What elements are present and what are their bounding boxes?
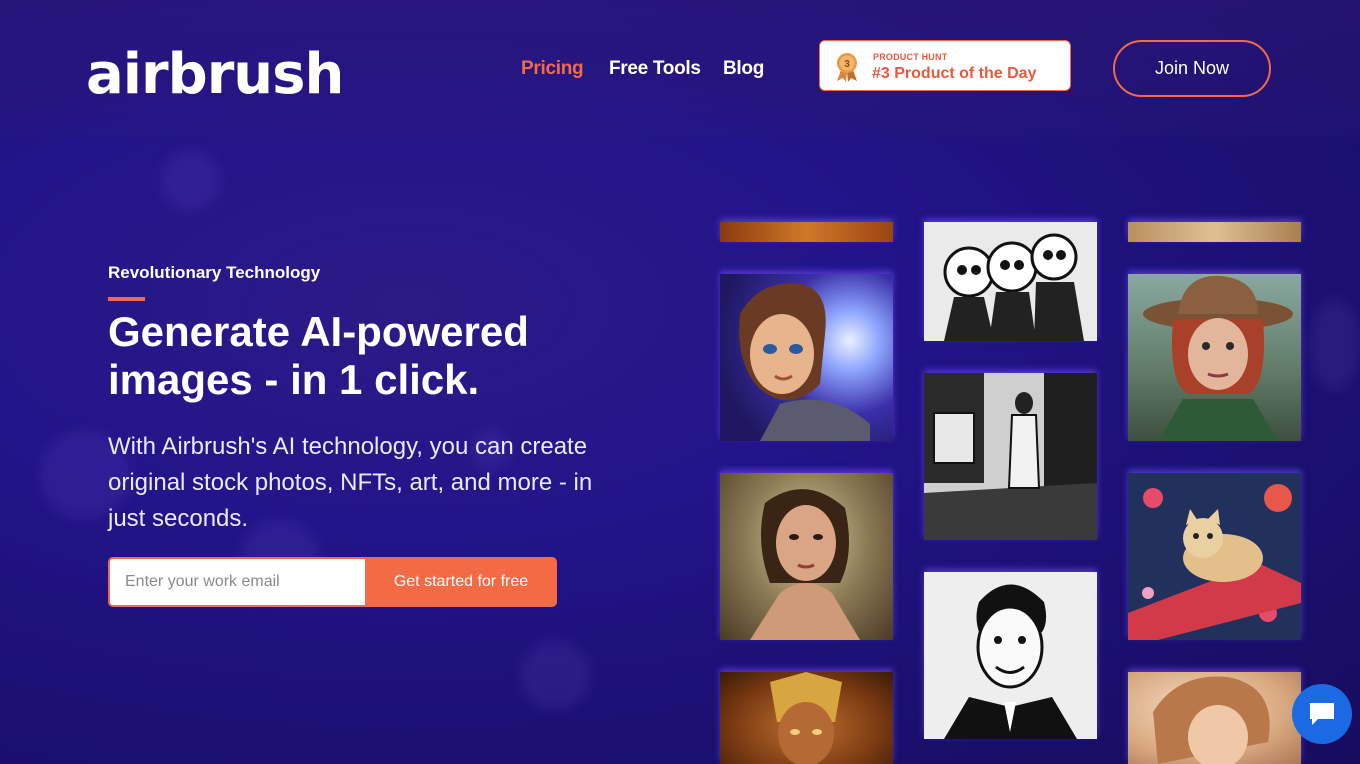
woman-soft-figure — [1153, 676, 1270, 764]
cat-painting-figure — [1128, 473, 1301, 640]
cartoon-heroine-figure — [739, 283, 870, 441]
nav-blog[interactable]: Blog — [723, 58, 764, 80]
chat-launcher-button[interactable] — [1292, 684, 1352, 744]
gallery-image-woman-portrait — [720, 473, 893, 640]
woman-portrait-figure — [750, 489, 860, 640]
gallery-image-woman-soft — [1128, 672, 1301, 764]
badge-label: PRODUCT HUNT — [873, 52, 948, 62]
hero-eyebrow: Revolutionary Technology — [108, 263, 321, 282]
join-now-button[interactable]: Join Now — [1113, 40, 1271, 97]
airbrush-logo[interactable]: airbrush — [86, 40, 344, 110]
medal-number: 3 — [844, 59, 850, 70]
nav-pricing[interactable]: Pricing — [521, 58, 584, 80]
gallery-image-golden-warrior — [720, 672, 893, 764]
ink-man-figure — [924, 572, 1097, 739]
medal-icon: 3 — [837, 53, 857, 82]
product-hunt-badge[interactable]: 3 PRODUCT HUNT #3 Product of the Day — [819, 40, 1071, 91]
gallery-image-manga-room — [924, 373, 1097, 540]
background-bokeh — [160, 150, 220, 210]
gallery-image-comic-kids — [924, 222, 1097, 341]
gallery-image-hat-woman — [1128, 274, 1301, 441]
nav-free-tools[interactable]: Free Tools — [609, 58, 701, 80]
golden-warrior-figure — [770, 672, 842, 764]
email-input[interactable] — [108, 557, 366, 607]
gallery-image-ink-man-portrait — [924, 572, 1097, 739]
gallery-image-fire-top — [720, 222, 893, 242]
badge-title: #3 Product of the Day — [872, 65, 1037, 82]
eyebrow-underline — [108, 297, 145, 301]
hero-subtext: With Airbrush's AI technology, you can c… — [108, 433, 593, 532]
hat-woman-figure — [1143, 275, 1293, 441]
manga-room-figure — [924, 373, 1097, 540]
gallery-image-cartoon-heroine — [720, 274, 893, 441]
background-bokeh — [1310, 300, 1360, 390]
site-header: airbrush Pricing Free Tools Blog 3 PRODU… — [0, 0, 1360, 137]
comic-kids-figure — [924, 222, 1097, 341]
gallery-image-tan-top — [1128, 222, 1301, 242]
get-started-button[interactable]: Get started for free — [365, 557, 557, 607]
chat-bubble-icon — [1310, 703, 1334, 725]
signup-form: Get started for free — [108, 557, 557, 607]
gallery-image-cat-painting — [1128, 473, 1301, 640]
hero-headline: Generate AI-powered images - in 1 click. — [108, 308, 529, 403]
background-bokeh — [520, 640, 590, 710]
